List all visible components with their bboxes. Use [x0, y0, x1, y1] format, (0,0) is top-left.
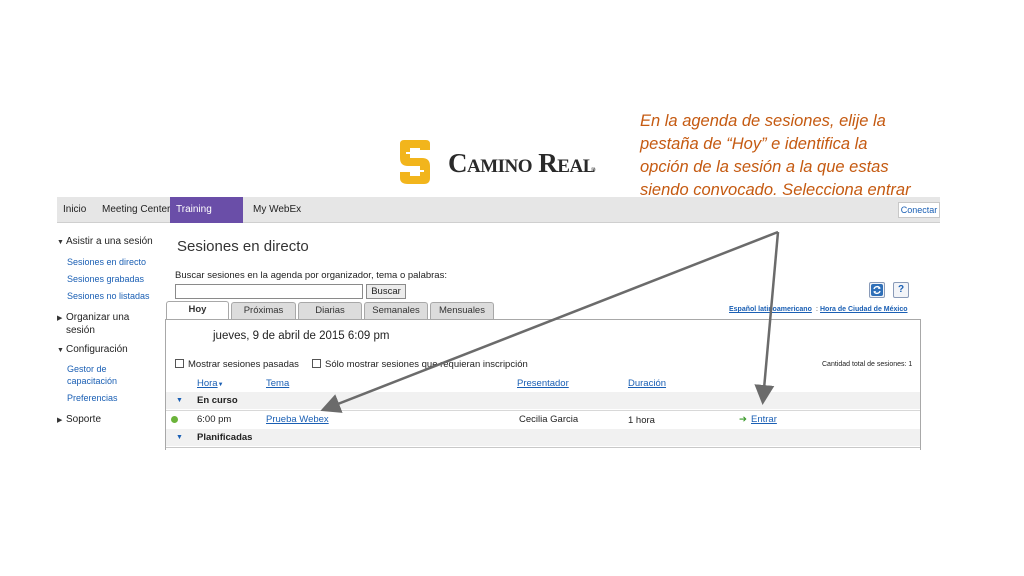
sidebar-section-label: Organizar una: [66, 312, 130, 323]
column-header-tema[interactable]: Tema: [266, 378, 289, 389]
session-presenter: Cecilia Garcia: [519, 414, 579, 425]
collapse-triangle-icon[interactable]: ▼: [176, 434, 183, 441]
sidebar-section-configuracion[interactable]: ▼ Configuración: [57, 344, 128, 355]
triangle-down-icon: ▼: [57, 239, 64, 246]
tab-training-center[interactable]: Training Center: [170, 197, 243, 241]
tab-mensuales[interactable]: Mensuales: [430, 302, 494, 319]
timezone-link[interactable]: Hora de Ciudad de México: [820, 306, 908, 313]
group-row-en-curso[interactable]: [166, 392, 920, 409]
camino-real-logo-icon: [400, 140, 430, 184]
triangle-right-icon: ▶: [57, 315, 63, 322]
sidebar-item-gestor-de-capacitacion-cont[interactable]: capacitación: [67, 376, 117, 386]
sidebar-section-organizar[interactable]: ▶ Organizar una: [57, 312, 129, 323]
tab-proximas[interactable]: Próximas: [231, 302, 296, 319]
page-title: Sesiones en directo: [177, 238, 309, 255]
session-status-icon: [171, 416, 178, 423]
tab-meeting-center[interactable]: Meeting Center: [96, 197, 176, 223]
group-row-planificadas[interactable]: [166, 429, 920, 446]
tab-hoy[interactable]: Hoy: [166, 301, 229, 320]
session-duration: 1 hora: [628, 415, 655, 426]
sidebar-section-label: Asistir a una sesión: [66, 236, 153, 247]
tab-semanales[interactable]: Semanales: [364, 302, 428, 319]
search-label: Buscar sesiones en la agenda por organiz…: [175, 270, 447, 281]
sidebar-section-label: Configuración: [66, 344, 128, 355]
language-link[interactable]: Español latinoamericano: [729, 306, 812, 313]
show-past-sessions-label: Mostrar sesiones pasadas: [188, 359, 299, 370]
refresh-icon: [871, 284, 883, 296]
show-past-sessions-checkbox[interactable]: [175, 359, 184, 368]
group-label-en-curso: En curso: [197, 395, 238, 406]
triangle-down-icon: ▼: [57, 347, 64, 354]
group-label-planificadas: Planificadas: [197, 432, 253, 443]
tab-my-webex[interactable]: My WebEx: [247, 197, 307, 223]
sidebar-section-soporte[interactable]: ▶ Soporte: [57, 414, 101, 425]
help-button[interactable]: ?: [893, 282, 909, 298]
session-topic-link[interactable]: Prueba Webex: [266, 414, 329, 425]
column-header-presentador[interactable]: Presentador: [517, 378, 569, 389]
search-button[interactable]: Buscar: [366, 284, 406, 299]
column-header-duracion[interactable]: Duración: [628, 378, 666, 389]
current-date: jueves, 9 de abril de 2015 6:09 pm: [213, 330, 390, 342]
sidebar-item-gestor-de-capacitacion[interactable]: Gestor de: [67, 364, 107, 374]
registration-only-checkbox[interactable]: [312, 359, 321, 368]
tab-inicio[interactable]: Inicio: [57, 197, 92, 223]
triangle-right-icon: ▶: [57, 417, 63, 424]
enter-arrow-icon: ➔: [739, 414, 747, 425]
refresh-button[interactable]: [869, 282, 885, 298]
link-separator: :: [816, 306, 818, 313]
search-input[interactable]: [175, 284, 363, 299]
session-time: 6:00 pm: [197, 414, 232, 425]
row-divider: [166, 410, 920, 411]
connect-button[interactable]: Conectar: [898, 202, 940, 218]
registration-only-label: Sólo mostrar sesiones que requieran insc…: [325, 359, 528, 370]
registered-mark: ®: [591, 168, 596, 174]
sidebar-item-preferencias[interactable]: Preferencias: [67, 393, 118, 403]
column-header-label: Hora: [197, 378, 218, 389]
sidebar-item-sesiones-en-directo[interactable]: Sesiones en directo: [67, 257, 146, 267]
table-bottom-border: [166, 447, 920, 448]
sidebar-section-label-cont: sesión: [66, 325, 95, 336]
collapse-triangle-icon[interactable]: ▼: [176, 397, 183, 404]
total-sessions-count: Cantidad total de sesiones: 1: [822, 361, 913, 368]
column-header-hora[interactable]: Hora▼: [197, 378, 224, 389]
left-sidebar: ▼ Asistir a una sesión Sesiones en direct…: [57, 226, 157, 436]
sidebar-item-sesiones-no-listadas[interactable]: Sesiones no listadas: [67, 291, 150, 301]
enter-session-link[interactable]: Entrar: [751, 414, 777, 425]
logo-text: Camino Real: [448, 148, 595, 178]
sidebar-item-sesiones-grabadas[interactable]: Sesiones grabadas: [67, 274, 144, 284]
sidebar-section-label: Soporte: [66, 414, 102, 425]
instruction-annotation: En la agenda de sesiones, elije la pesta…: [640, 112, 911, 199]
tab-diarias[interactable]: Diarias: [298, 302, 362, 319]
sort-down-icon: ▼: [217, 382, 224, 388]
sidebar-section-asistir[interactable]: ▼ Asistir a una sesión: [57, 236, 153, 247]
